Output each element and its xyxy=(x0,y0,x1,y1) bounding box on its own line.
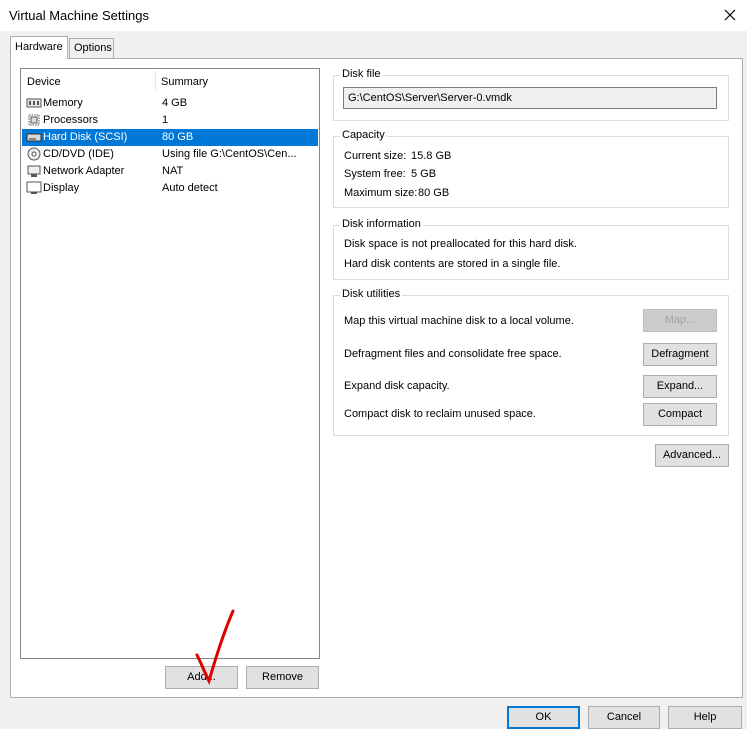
device-name: Network Adapter xyxy=(43,165,125,177)
device-summary: Auto detect xyxy=(162,182,218,194)
device-row-cd-dvd[interactable]: CD/DVD (IDE) Using file G:\CentOS\Cen... xyxy=(22,146,318,163)
compact-description: Compact disk to reclaim unused space. xyxy=(344,408,536,420)
device-row-processors[interactable]: Processors 1 xyxy=(22,112,318,129)
current-size-label: Current size: xyxy=(344,150,407,162)
device-summary: Using file G:\CentOS\Cen... xyxy=(162,148,297,160)
processor-icon xyxy=(28,114,40,126)
device-row-network-adapter[interactable]: Network Adapter NAT xyxy=(22,163,318,180)
tab-hardware-label: Hardware xyxy=(15,41,63,53)
summary-column-header[interactable]: Summary xyxy=(161,76,208,88)
system-free-label: System free: xyxy=(344,168,406,180)
close-button[interactable] xyxy=(716,3,744,27)
display-icon xyxy=(26,181,42,194)
tab-options[interactable]: Options xyxy=(69,38,114,58)
disk-information-group: Disk information xyxy=(333,218,729,280)
device-summary: 4 GB xyxy=(162,97,188,109)
red-checkmark-icon xyxy=(195,609,235,685)
tab-hardware[interactable]: Hardware xyxy=(10,36,68,59)
disk-info-line2: Hard disk contents are stored in a singl… xyxy=(344,258,561,270)
device-list-header: Device Summary xyxy=(21,69,319,95)
disk-file-field[interactable]: G:\CentOS\Server\Server-0.vmdk xyxy=(343,87,717,109)
disk-information-label: Disk information xyxy=(340,218,423,230)
device-column-header[interactable]: Device xyxy=(27,76,61,88)
help-button[interactable]: Help xyxy=(668,706,742,729)
close-icon xyxy=(724,9,736,21)
disk-info-line1: Disk space is not preallocated for this … xyxy=(344,238,577,250)
ok-button[interactable]: OK xyxy=(507,706,580,729)
tab-options-label: Options xyxy=(74,42,112,54)
cancel-button[interactable]: Cancel xyxy=(588,706,660,729)
remove-button[interactable]: Remove xyxy=(246,666,319,689)
defragment-description: Defragment files and consolidate free sp… xyxy=(344,348,562,360)
compact-button[interactable]: Compact xyxy=(643,403,717,426)
maximum-size-value: 80 GB xyxy=(418,187,450,199)
cd-dvd-icon xyxy=(27,147,41,161)
map-button[interactable]: Map... xyxy=(643,309,717,332)
system-free-value: 5 GB xyxy=(411,168,437,180)
device-row-hard-disk[interactable]: Hard Disk (SCSI) 80 GB xyxy=(22,129,318,146)
device-list[interactable]: Device Summary Memory 4 GB Processors 1 … xyxy=(20,68,320,659)
advanced-button[interactable]: Advanced... xyxy=(655,444,729,467)
capacity-label: Capacity xyxy=(340,129,387,141)
expand-button[interactable]: Expand... xyxy=(643,375,717,398)
device-summary: 1 xyxy=(162,114,169,126)
expand-description: Expand disk capacity. xyxy=(344,380,450,392)
device-row-memory[interactable]: Memory 4 GB xyxy=(22,95,318,112)
device-summary: 80 GB xyxy=(162,131,194,143)
hard-disk-icon xyxy=(26,133,42,142)
disk-file-label: Disk file xyxy=(340,68,383,80)
device-name: Memory xyxy=(43,97,83,109)
device-row-display[interactable]: Display Auto detect xyxy=(22,180,318,197)
device-summary: NAT xyxy=(162,165,184,177)
memory-icon xyxy=(26,98,42,108)
current-size-value: 15.8 GB xyxy=(411,150,452,162)
window-title: Virtual Machine Settings xyxy=(9,8,149,23)
map-description: Map this virtual machine disk to a local… xyxy=(344,315,574,327)
device-name: Hard Disk (SCSI) xyxy=(43,131,128,143)
device-name: CD/DVD (IDE) xyxy=(43,148,114,160)
device-name: Display xyxy=(43,182,80,194)
device-name: Processors xyxy=(43,114,99,126)
network-adapter-icon xyxy=(27,165,41,177)
defragment-button[interactable]: Defragment xyxy=(643,343,717,366)
title-bar: Virtual Machine Settings xyxy=(0,0,747,31)
disk-utilities-label: Disk utilities xyxy=(340,288,403,300)
maximum-size-label: Maximum size: xyxy=(344,187,418,199)
